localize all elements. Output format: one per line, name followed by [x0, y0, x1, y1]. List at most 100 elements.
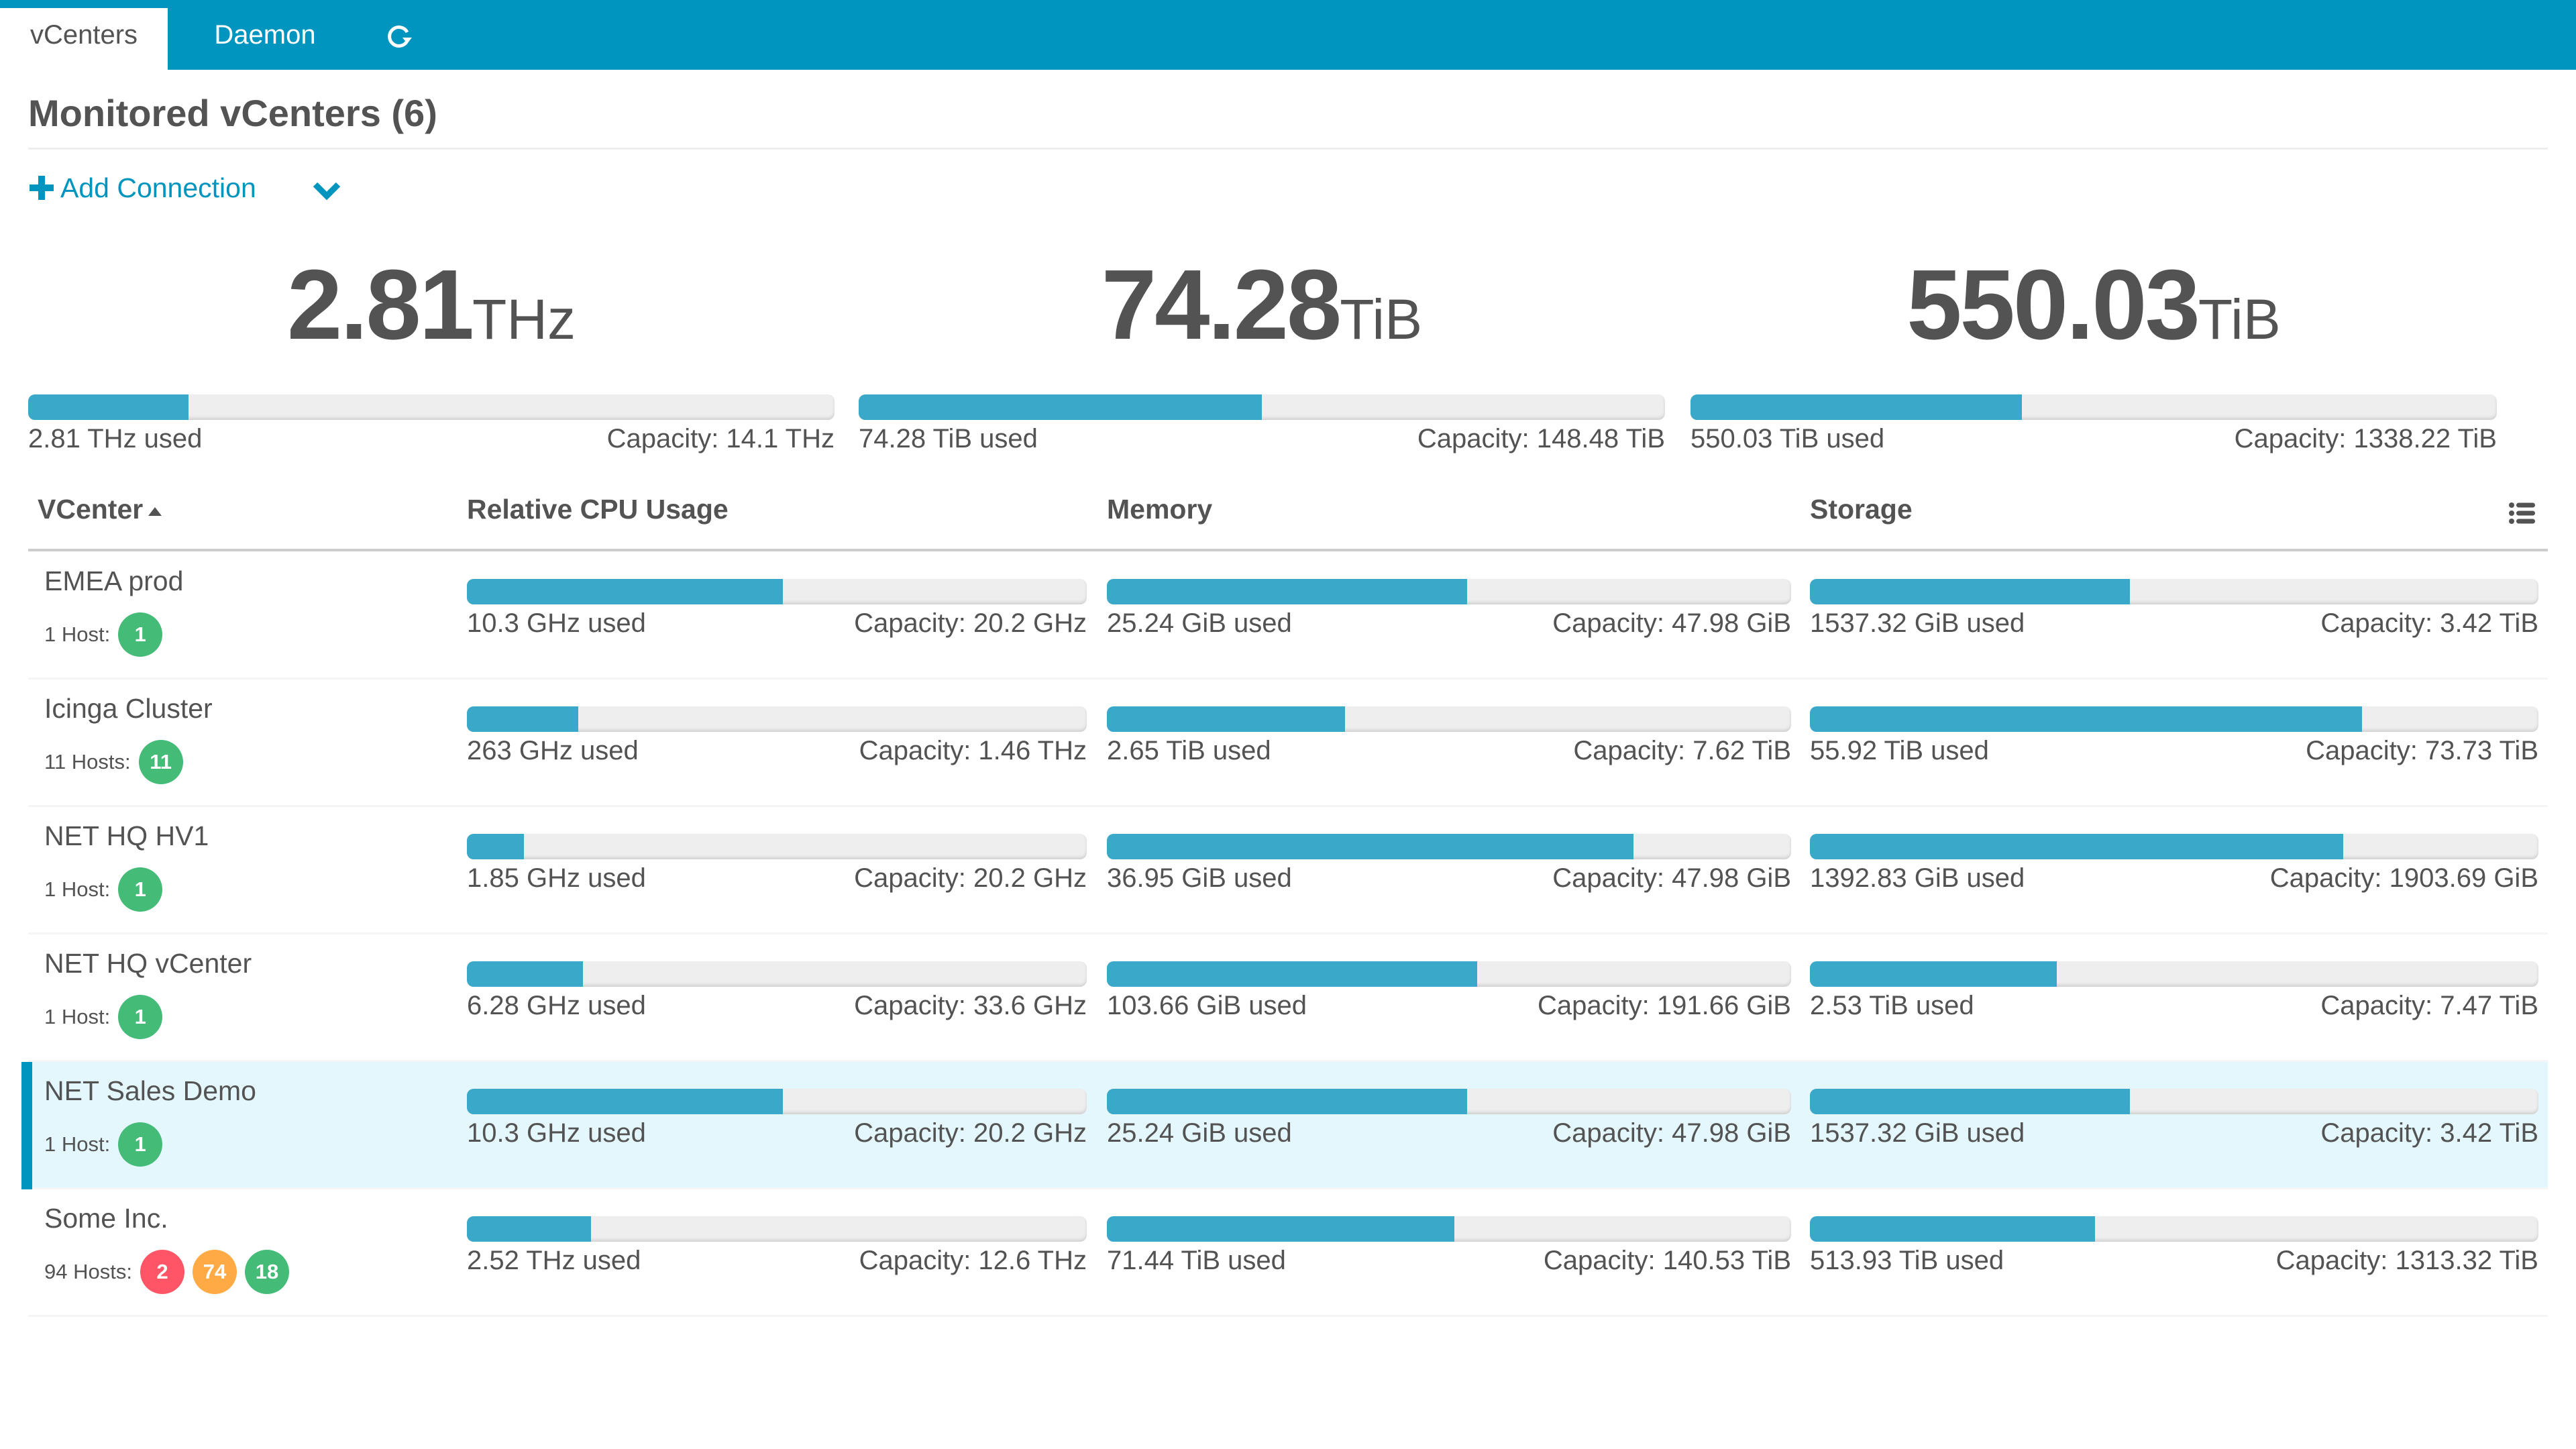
summary-cpu: 2.81THz 2.81 THz used Capacity: 14.1 THz	[28, 248, 835, 454]
table-row[interactable]: NET HQ vCenter 1 Host: 1 6.28 GHz used Cap…	[28, 934, 2548, 1062]
memory-capacity: Capacity: 47.98 GiB	[1552, 1118, 1791, 1148]
progress-fill	[1690, 394, 2023, 420]
summary-progress-bar	[859, 394, 1665, 420]
progress-fill	[1810, 1089, 2130, 1114]
memory-progress-bar	[1107, 961, 1791, 987]
capacity-label: Capacity: 148.48 TiB	[1417, 424, 1665, 453]
host-badge-warning[interactable]: 74	[192, 1250, 237, 1294]
page-title: Monitored vCenters (6)	[28, 92, 437, 134]
host-summary: 11 Hosts: 11	[44, 740, 183, 784]
host-badge-ok[interactable]: 1	[118, 1122, 163, 1167]
actions-dropdown-toggle[interactable]	[310, 178, 343, 205]
tab-vcenters[interactable]: vCenters	[0, 8, 168, 70]
progress-fill	[467, 706, 579, 732]
host-summary: 94 Hosts: 2 74 18	[44, 1250, 289, 1294]
host-state-badges: 11	[131, 740, 183, 784]
cpu-progress-bar	[467, 1216, 1087, 1242]
memory-usage-cell: 103.66 GiB used Capacity: 191.66 GiB	[1107, 961, 1791, 1021]
cpu-progress-bar	[467, 579, 1087, 604]
table-row[interactable]: Icinga Cluster 11 Hosts: 11 263 GHz used C…	[28, 680, 2548, 807]
host-state-badges: 1	[110, 612, 163, 657]
storage-usage-cell: 1392.83 GiB used Capacity: 1903.69 GiB	[1810, 834, 2538, 894]
vcenter-name[interactable]: NET Sales Demo	[44, 1075, 256, 1107]
cpu-usage-cell: 10.3 GHz used Capacity: 20.2 GHz	[467, 1089, 1087, 1148]
summary-memory: 74.28TiB 74.28 TiB used Capacity: 148.48 …	[859, 248, 1665, 454]
cpu-progress-bar	[467, 1089, 1087, 1114]
column-settings-button[interactable]	[2509, 502, 2536, 525]
memory-capacity: Capacity: 7.62 TiB	[1573, 736, 1791, 765]
cpu-used: 10.3 GHz used	[467, 608, 646, 638]
summary-unit: TiB	[2198, 288, 2281, 351]
column-header-vcenter[interactable]: VCenter	[38, 494, 162, 525]
progress-fill	[28, 394, 189, 420]
memory-progress-bar	[1107, 579, 1791, 604]
storage-progress-bar	[1810, 706, 2538, 732]
summary-unit: TiB	[1340, 288, 1423, 351]
memory-usage-cell: 36.95 GiB used Capacity: 47.98 GiB	[1107, 834, 1791, 894]
host-badge-ok[interactable]: 1	[118, 867, 163, 912]
cpu-used: 263 GHz used	[467, 736, 639, 765]
progress-fill	[467, 834, 524, 859]
cpu-used: 10.3 GHz used	[467, 1118, 646, 1148]
vcenter-name[interactable]: Some Inc.	[44, 1203, 168, 1234]
progress-fill	[1810, 1216, 2095, 1242]
storage-progress-bar	[1810, 1089, 2538, 1114]
chevron-down-icon	[313, 182, 341, 201]
cpu-usage-cell: 263 GHz used Capacity: 1.46 THz	[467, 706, 1087, 766]
capacity-label: Capacity: 14.1 THz	[606, 424, 835, 453]
progress-fill	[467, 579, 784, 604]
summary-value: 74.28	[1101, 250, 1342, 360]
cpu-capacity: Capacity: 20.2 GHz	[854, 1118, 1087, 1148]
vcenter-name[interactable]: NET HQ HV1	[44, 820, 209, 852]
host-summary: 1 Host: 1	[44, 612, 163, 657]
cpu-usage-cell: 6.28 GHz used Capacity: 33.6 GHz	[467, 961, 1087, 1021]
host-badge-ok[interactable]: 18	[244, 1250, 289, 1294]
memory-used: 36.95 GiB used	[1107, 863, 1292, 893]
host-state-badges: 1	[110, 867, 163, 912]
storage-usage-cell: 1537.32 GiB used Capacity: 3.42 TiB	[1810, 1089, 2538, 1148]
storage-capacity: Capacity: 1313.32 TiB	[2275, 1246, 2538, 1275]
host-badge-ok[interactable]: 11	[138, 740, 183, 784]
column-header-storage[interactable]: Storage	[1810, 494, 1913, 525]
vcenter-name[interactable]: NET HQ vCenter	[44, 948, 252, 979]
memory-usage-cell: 71.44 TiB used Capacity: 140.53 TiB	[1107, 1216, 1791, 1276]
table-row[interactable]: NET HQ HV1 1 Host: 1 1.85 GHz used Capacit…	[28, 807, 2548, 934]
progress-fill	[467, 1216, 591, 1242]
sort-ascending-icon	[148, 507, 162, 516]
summary-value: 550.03	[1907, 250, 2200, 360]
host-summary: 1 Host: 1	[44, 1122, 163, 1167]
memory-used: 25.24 GiB used	[1107, 1118, 1292, 1148]
refresh-button[interactable]	[376, 0, 423, 70]
host-badge-ok[interactable]: 1	[118, 995, 163, 1039]
host-state-badges: 1	[110, 1122, 163, 1167]
storage-usage-cell: 2.53 TiB used Capacity: 7.47 TiB	[1810, 961, 2538, 1021]
table-row[interactable]: NET Sales Demo 1 Host: 1 10.3 GHz used Cap…	[21, 1062, 2548, 1189]
summary-storage: 550.03TiB 550.03 TiB used Capacity: 1338.…	[1690, 248, 2497, 454]
progress-fill	[1810, 579, 2130, 604]
add-connection-label: Add Connection	[60, 172, 256, 203]
add-connection-button[interactable]: Add Connection	[30, 168, 256, 208]
progress-fill	[467, 961, 583, 987]
column-header-cpu[interactable]: Relative CPU Usage	[467, 494, 729, 525]
progress-fill	[1107, 1089, 1467, 1114]
hosts-label: 1 Host:	[44, 1132, 111, 1156]
cpu-capacity: Capacity: 20.2 GHz	[854, 608, 1087, 638]
storage-used: 513.93 TiB used	[1810, 1246, 2004, 1275]
tab-daemon[interactable]: Daemon	[181, 0, 349, 70]
summary-value: 2.81	[286, 250, 474, 360]
storage-capacity: Capacity: 3.42 TiB	[2320, 1118, 2538, 1148]
cpu-capacity: Capacity: 12.6 THz	[859, 1246, 1087, 1275]
table-row[interactable]: Some Inc. 94 Hosts: 2 74 18 2.52 THz used Ca…	[28, 1189, 2548, 1317]
column-header-memory[interactable]: Memory	[1107, 494, 1212, 525]
cpu-progress-bar	[467, 706, 1087, 732]
summary-progress-bar	[1690, 394, 2497, 420]
vcenter-name[interactable]: Icinga Cluster	[44, 693, 213, 724]
vcenter-name[interactable]: EMEA prod	[44, 566, 183, 597]
host-badge-critical[interactable]: 2	[140, 1250, 184, 1294]
memory-progress-bar	[1107, 1216, 1791, 1242]
host-badge-ok[interactable]: 1	[118, 612, 163, 657]
plus-icon	[30, 176, 54, 200]
storage-used: 1537.32 GiB used	[1810, 1118, 2025, 1148]
table-row[interactable]: EMEA prod 1 Host: 1 10.3 GHz used Capacity…	[28, 552, 2548, 680]
progress-fill	[1810, 961, 2057, 987]
